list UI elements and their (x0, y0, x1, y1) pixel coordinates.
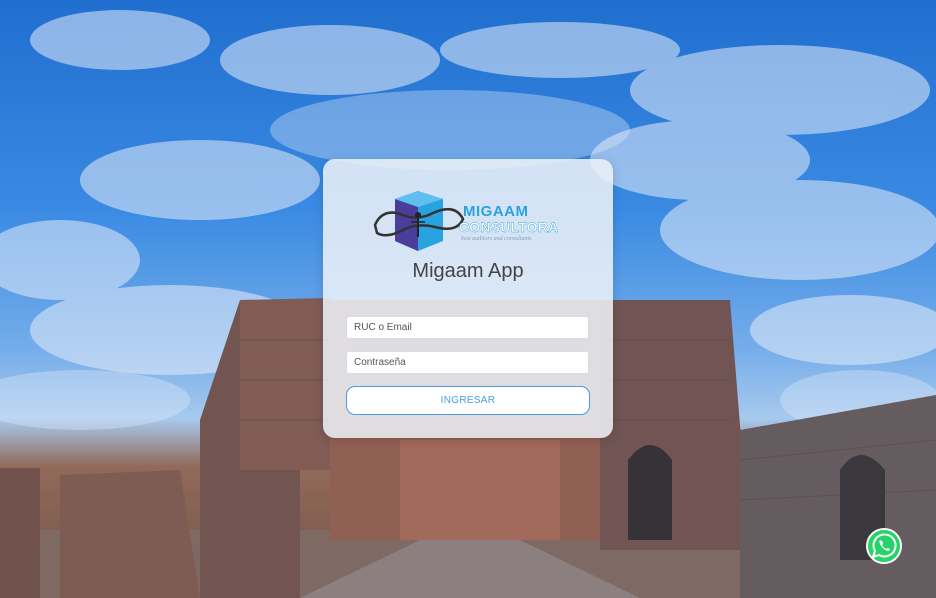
password-input[interactable] (346, 351, 589, 374)
login-card: MIGAAM CONSULTORA best auditors and cons… (323, 159, 613, 438)
logo-tagline: best auditors and consultants (461, 236, 532, 242)
logo-brand-text: MIGAAM (463, 203, 529, 220)
ruc-email-input[interactable] (346, 316, 589, 339)
logo-sub-text: CONSULTORA (459, 219, 559, 235)
login-button[interactable]: INGRESAR (346, 386, 590, 415)
app-title: Migaam App (412, 260, 524, 282)
whatsapp-icon (866, 528, 902, 564)
whatsapp-button[interactable] (866, 528, 902, 564)
migaam-logo: MIGAAM CONSULTORA best auditors and cons… (373, 189, 563, 253)
